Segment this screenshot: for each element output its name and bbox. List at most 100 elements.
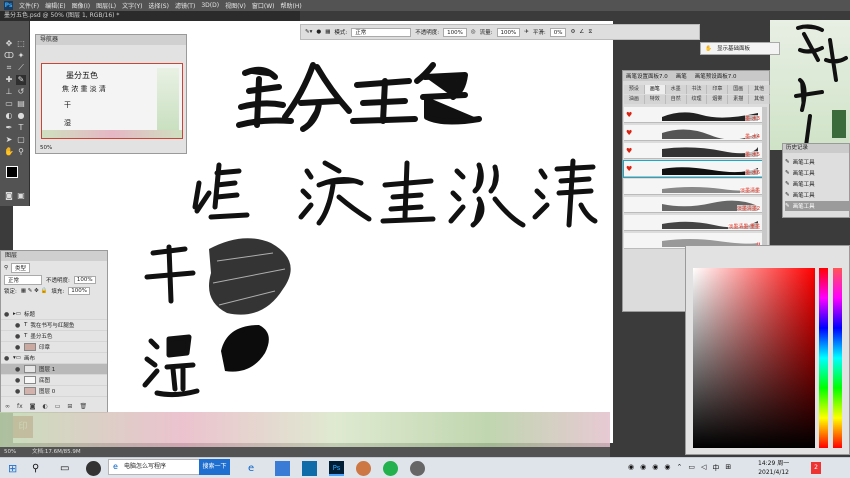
layer-row[interactable]: ● ▾▭ 画布 bbox=[1, 353, 107, 364]
new-layer-icon[interactable]: ⊞ bbox=[67, 403, 72, 410]
input-mode-icon[interactable]: ⊞ bbox=[725, 463, 731, 473]
tray-app-icon[interactable]: ◉ bbox=[628, 463, 634, 473]
edge-browser-icon[interactable]: e bbox=[248, 461, 263, 476]
layers-opacity-field[interactable]: 100% bbox=[73, 276, 96, 284]
menu-3d[interactable]: 3D(D) bbox=[201, 2, 219, 9]
brush-preset-icon[interactable]: ✎▾ bbox=[305, 29, 312, 35]
visibility-eye-icon[interactable]: ● bbox=[4, 311, 10, 318]
layer-row[interactable]: ● 印章 bbox=[1, 342, 107, 353]
color-saturation-field[interactable] bbox=[693, 268, 815, 448]
visibility-eye-icon[interactable]: ● bbox=[4, 355, 10, 362]
type-tool-icon[interactable]: T bbox=[16, 123, 26, 133]
favorite-heart-icon[interactable]: ♥ bbox=[626, 111, 632, 119]
layers-fill-field[interactable]: 100% bbox=[68, 287, 90, 295]
magic-wand-tool-icon[interactable]: ✦ bbox=[16, 51, 26, 61]
layers-kind-select[interactable]: 类型 bbox=[11, 263, 31, 273]
blur-tool-icon[interactable]: ◐ bbox=[4, 111, 14, 121]
opacity-field[interactable]: 100% bbox=[443, 27, 467, 37]
brush-preset-item[interactable]: 淡墨清墨-重墨 bbox=[624, 215, 762, 231]
stamp-tool-icon[interactable]: ⊥ bbox=[4, 87, 14, 97]
brush-size-icon[interactable]: ● bbox=[316, 29, 321, 35]
smoothing-options-gear-icon[interactable]: ⚙ bbox=[570, 29, 575, 35]
color-hue-slider[interactable] bbox=[819, 268, 828, 448]
menu-view[interactable]: 视图(V) bbox=[225, 1, 246, 10]
status-zoom[interactable]: 50% bbox=[4, 449, 16, 455]
menu-type[interactable]: 文字(Y) bbox=[122, 1, 142, 10]
visibility-eye-icon[interactable]: ● bbox=[15, 322, 21, 329]
menu-help[interactable]: 帮助(H) bbox=[281, 1, 302, 10]
history-step[interactable]: ✎ 画笔工具 bbox=[785, 190, 849, 200]
menu-file[interactable]: 文件(F) bbox=[19, 1, 39, 10]
task-view-icon[interactable]: ▭ bbox=[60, 461, 75, 476]
menu-layer[interactable]: 图层(L) bbox=[96, 1, 116, 10]
menu-window[interactable]: 窗口(W) bbox=[252, 1, 275, 10]
menu-select[interactable]: 选择(S) bbox=[148, 1, 169, 10]
brush-tab[interactable]: 画笔设置面板7.0 bbox=[626, 72, 668, 80]
brush-tab[interactable]: 画笔预设面板7.0 bbox=[695, 72, 737, 80]
brush-preset-item-selected[interactable]: ♥ 墨-水6 bbox=[623, 160, 763, 178]
windows-start-icon[interactable]: ⊞ bbox=[8, 461, 23, 476]
foreground-color-swatch[interactable] bbox=[6, 166, 18, 178]
visibility-eye-icon[interactable]: ● bbox=[15, 377, 21, 384]
app-pinwheel-icon[interactable] bbox=[86, 461, 101, 476]
gradient-tool-icon[interactable]: ▤ bbox=[16, 99, 26, 109]
brush-category-tab-active[interactable]: 画笔 bbox=[644, 85, 666, 94]
layer-row[interactable]: ● 图层 0 bbox=[1, 386, 107, 397]
quick-mask-icon[interactable]: ◙ bbox=[4, 191, 14, 201]
history-step[interactable]: ✎ 画笔工具 bbox=[785, 168, 849, 178]
navigator-zoom[interactable]: 50% bbox=[40, 145, 52, 151]
brush-preset-item[interactable]: ♥ 墨-水5 bbox=[624, 143, 762, 159]
history-brush-tool-icon[interactable]: ↺ bbox=[16, 87, 26, 97]
tray-app-icon[interactable]: ◉ bbox=[640, 463, 646, 473]
search-icon[interactable]: ⚲ bbox=[32, 461, 47, 476]
photoshop-taskbar-icon[interactable]: Ps bbox=[329, 461, 344, 476]
visibility-eye-icon[interactable]: ● bbox=[15, 344, 21, 351]
brush-preset-item[interactable]: ♥ 墨-水3 bbox=[624, 107, 762, 123]
pen-tool-icon[interactable]: ✒ bbox=[4, 123, 14, 133]
history-step-selected[interactable]: ✎ 画笔工具 bbox=[785, 201, 849, 211]
pressure-opacity-icon[interactable]: ◎ bbox=[471, 29, 476, 35]
brush-category-tab[interactable]: 素描 bbox=[728, 95, 750, 104]
crop-tool-icon[interactable]: ⌗ bbox=[4, 63, 14, 73]
color-spectrum-slider[interactable] bbox=[833, 268, 842, 448]
history-step[interactable]: ✎ 画笔工具 bbox=[785, 179, 849, 189]
layer-row[interactable]: ● ▸▭ 标题 bbox=[1, 309, 107, 320]
brush-category-tab[interactable]: 水墨 bbox=[665, 85, 687, 94]
adjustment-icon[interactable]: ◐ bbox=[43, 403, 48, 410]
symmetry-icon[interactable]: ⧖ bbox=[588, 29, 592, 36]
shape-tool-icon[interactable]: ▢ bbox=[16, 135, 26, 145]
ime-indicator[interactable]: 中 bbox=[712, 463, 719, 473]
brush-category-tab[interactable]: 纹理 bbox=[686, 95, 708, 104]
layer-row[interactable]: ● 底图 bbox=[1, 375, 107, 386]
screen-mode-icon[interactable]: ▣ bbox=[16, 191, 26, 201]
zoom-tool-icon[interactable]: ⚲ bbox=[16, 147, 26, 157]
clock[interactable]: 14:29 周一 2021/4/12 bbox=[758, 459, 789, 477]
lasso-tool-icon[interactable]: ↀ bbox=[4, 51, 14, 61]
app-taskbar-icon[interactable] bbox=[410, 461, 425, 476]
layer-row[interactable]: ● T 墨分五色 bbox=[1, 331, 107, 342]
tray-expand-icon[interactable]: ⌃ bbox=[676, 463, 682, 473]
link-icon[interactable]: ∞ bbox=[5, 403, 10, 410]
airbrush-icon[interactable]: ✈ bbox=[524, 29, 529, 35]
fx-icon[interactable]: fx bbox=[17, 403, 23, 410]
search-button[interactable]: 搜索一下 bbox=[199, 459, 230, 475]
eraser-tool-icon[interactable]: ▭ bbox=[4, 99, 14, 109]
flow-field[interactable]: 100% bbox=[496, 27, 521, 37]
wechat-icon[interactable] bbox=[383, 461, 398, 476]
menu-filter[interactable]: 滤镜(T) bbox=[175, 1, 195, 10]
navigator-thumbnail[interactable]: 墨分五色 焦 浓 重 淡 清 干 湿 bbox=[41, 63, 183, 139]
visibility-eye-icon[interactable]: ● bbox=[15, 333, 21, 340]
layer-row[interactable]: ● T 我在书写与红腿鱼 bbox=[1, 320, 107, 331]
dodge-tool-icon[interactable]: ● bbox=[16, 111, 26, 121]
brush-category-tab[interactable]: 特效 bbox=[644, 95, 666, 104]
network-icon[interactable]: ▭ bbox=[688, 463, 695, 473]
brush-category-tab[interactable]: 印章 bbox=[707, 85, 729, 94]
eyedropper-tool-icon[interactable]: ⟋ bbox=[16, 63, 26, 73]
mode-select[interactable]: 正常 bbox=[351, 27, 412, 37]
menu-edit[interactable]: 编辑(E) bbox=[45, 1, 65, 10]
brush-preset-item[interactable]: 淡墨清墨 bbox=[624, 179, 762, 195]
brush-tool-icon[interactable]: ✎ bbox=[16, 75, 26, 85]
brush-category-tab[interactable]: 自然 bbox=[665, 95, 687, 104]
brush-panel-scrollbar[interactable] bbox=[762, 107, 767, 257]
brush-settings-icon[interactable]: ▦ bbox=[325, 29, 330, 35]
